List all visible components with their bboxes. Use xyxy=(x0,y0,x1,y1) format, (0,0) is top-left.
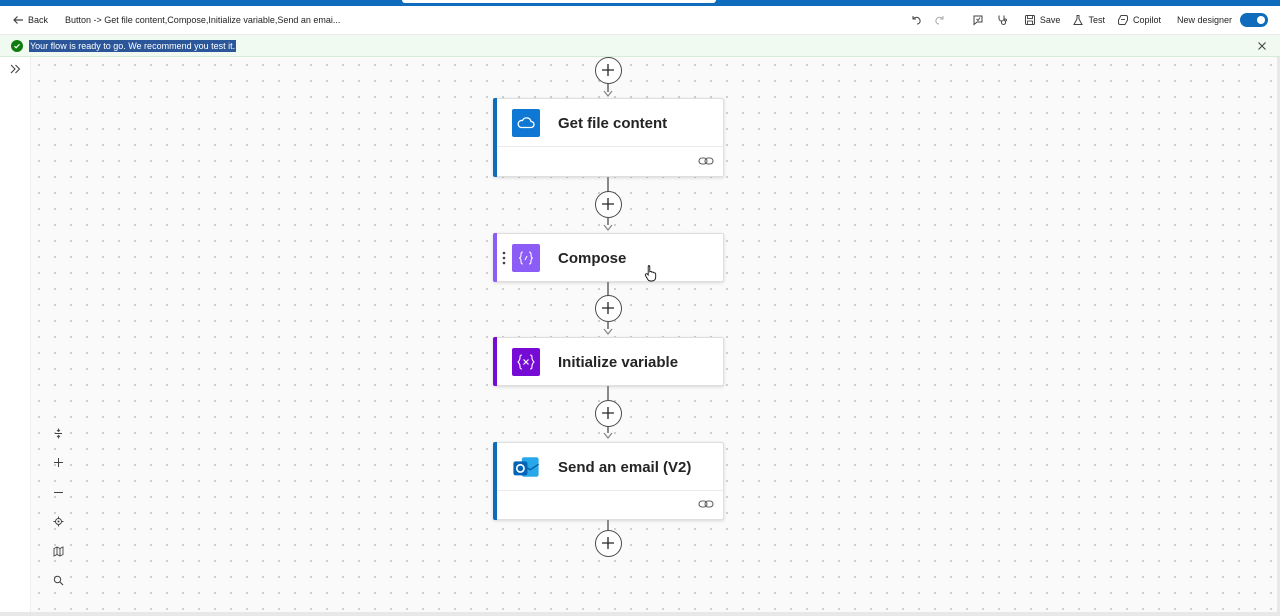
connector-line xyxy=(607,282,609,296)
insert-step-button[interactable] xyxy=(595,191,622,218)
card-divider xyxy=(497,146,723,147)
center-view-button[interactable] xyxy=(48,512,68,532)
flow-breadcrumb: Button -> Get file content,Compose,Initi… xyxy=(65,15,341,25)
flow-checker-button[interactable] xyxy=(996,11,1008,29)
beaker-icon xyxy=(1073,15,1084,25)
back-button[interactable]: Back xyxy=(12,14,48,26)
plus-icon xyxy=(602,537,614,549)
save-label: Save xyxy=(1039,15,1061,25)
new-designer-toggle[interactable]: New designer xyxy=(1177,11,1268,29)
minimap-icon xyxy=(53,545,63,557)
comment-icon xyxy=(973,15,983,26)
step-card-get-file-content[interactable]: Get file content xyxy=(493,98,724,177)
connector-line xyxy=(607,386,609,400)
card-accent xyxy=(493,337,497,386)
compose-icon xyxy=(512,244,540,272)
step-title: Send an email (V2) xyxy=(558,459,692,476)
arrow-down-icon xyxy=(603,90,613,98)
hand-pointer-icon xyxy=(644,265,657,282)
copilot-label: Copilot xyxy=(1132,15,1161,25)
zoom-out-button[interactable] xyxy=(48,482,68,502)
card-divider xyxy=(497,490,723,491)
search-icon xyxy=(53,575,63,586)
insert-step-button[interactable] xyxy=(595,295,622,322)
plus-icon xyxy=(602,407,614,419)
outlook-icon xyxy=(512,453,540,481)
test-label: Test xyxy=(1088,15,1105,25)
save-button[interactable]: Save xyxy=(1024,11,1061,29)
center-icon xyxy=(53,516,63,527)
undo-button[interactable] xyxy=(910,11,922,29)
back-label: Back xyxy=(28,15,49,25)
horizontal-scrollbar[interactable] xyxy=(0,612,1280,616)
redo-icon xyxy=(935,16,944,25)
stethoscope-icon xyxy=(998,15,1007,25)
step-title: Compose xyxy=(558,250,627,267)
fit-icon xyxy=(54,428,62,438)
undo-icon xyxy=(912,16,921,25)
minimap-button[interactable] xyxy=(48,541,68,561)
insert-step-button[interactable] xyxy=(595,400,622,427)
insert-step-button[interactable] xyxy=(595,57,622,84)
chevron-double-right-icon[interactable] xyxy=(8,62,22,76)
arrow-down-icon xyxy=(603,328,613,336)
step-title: Get file content xyxy=(558,115,668,132)
card-accent xyxy=(493,98,497,177)
toggle-switch[interactable] xyxy=(1240,13,1268,27)
test-button[interactable]: Test xyxy=(1072,11,1105,29)
search-canvas-button[interactable] xyxy=(48,571,68,591)
global-search-box[interactable] xyxy=(402,0,716,3)
plus-icon xyxy=(602,198,614,210)
banner-message: Your flow is ready to go. We recommend y… xyxy=(29,40,237,52)
plus-icon xyxy=(602,64,614,76)
fit-view-button[interactable] xyxy=(48,423,68,443)
card-accent xyxy=(493,233,497,282)
arrow-left-icon xyxy=(13,16,23,24)
success-banner: Your flow is ready to go. We recommend y… xyxy=(0,35,1280,57)
copilot-icon xyxy=(1117,15,1128,25)
arrow-down-icon xyxy=(603,224,613,232)
link-icon[interactable] xyxy=(698,498,714,510)
designer-header: Back Button -> Get file content,Compose,… xyxy=(0,6,1280,35)
zoom-in-button[interactable] xyxy=(48,453,68,473)
link-icon[interactable] xyxy=(698,155,714,167)
plus-icon xyxy=(602,302,614,314)
card-accent xyxy=(493,442,497,520)
zoom-out-icon xyxy=(53,491,63,493)
onedrive-cloud-icon xyxy=(512,109,540,137)
save-icon xyxy=(1024,15,1035,25)
step-card-initialize-variable[interactable]: Initialize variable xyxy=(493,337,724,386)
redo-button[interactable] xyxy=(934,11,946,29)
new-designer-label: New designer xyxy=(1176,15,1232,25)
arrow-down-icon xyxy=(603,432,613,440)
insert-step-button[interactable] xyxy=(595,530,622,557)
close-icon[interactable] xyxy=(1256,40,1268,52)
step-card-compose[interactable]: Compose xyxy=(493,233,724,282)
comments-button[interactable] xyxy=(972,11,984,29)
variable-icon xyxy=(512,348,540,376)
zoom-in-icon xyxy=(53,458,63,467)
header-toolbar: Save Test Copilot New designer xyxy=(910,11,1268,29)
left-rail xyxy=(0,57,31,612)
checkmark-circle-icon xyxy=(11,40,23,52)
copilot-button[interactable]: Copilot xyxy=(1117,11,1161,29)
canvas-controls xyxy=(48,423,68,600)
step-title: Initialize variable xyxy=(558,354,679,371)
step-card-send-an-email[interactable]: Send an email (V2) xyxy=(493,442,724,520)
drag-handle-icon[interactable] xyxy=(502,251,506,265)
